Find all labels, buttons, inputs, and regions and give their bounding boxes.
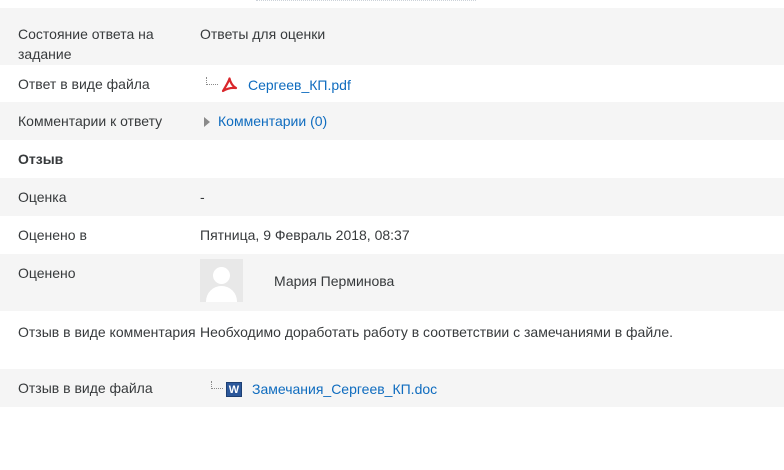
submitted-file-link[interactable]: Сергеев_КП.pdf: [248, 75, 351, 95]
row-label: Оценено в: [18, 227, 87, 243]
tree-connector-icon: [206, 77, 218, 85]
comments-link[interactable]: Комментарии (0): [218, 113, 327, 129]
row-label: Комментарии к ответу: [18, 113, 163, 129]
table-row-feedback-comment: Отзыв в виде комментария Необходимо дора…: [0, 311, 784, 369]
row-label: Ответ в виде файла: [18, 76, 150, 92]
table-row-feedback-heading: Отзыв: [0, 140, 784, 178]
feedback-file: W Замечания_Сергеев_КП.doc: [200, 379, 437, 399]
submitted-file: Сергеев_КП.pdf: [200, 75, 351, 95]
tree-connector-icon: [211, 381, 223, 389]
submission-status-value: Ответы для оценки: [200, 26, 326, 42]
feedback-file-link[interactable]: Замечания_Сергеев_КП.doc: [252, 379, 437, 399]
table-row-graded-on: Оценено в Пятница, 9 Февраль 2018, 08:37: [0, 216, 784, 254]
row-label: Отзыв в виде комментария: [18, 324, 196, 340]
table-row-feedback-file: Отзыв в виде файла W Замечания_Сергеев_К…: [0, 369, 784, 407]
expand-triangle-icon[interactable]: [204, 117, 210, 127]
pdf-icon: [221, 77, 238, 93]
row-label: Состояние ответа на задание: [18, 26, 154, 62]
graded-on-value: Пятница, 9 Февраль 2018, 08:37: [200, 227, 410, 243]
feedback-table: Состояние ответа на задание Ответы для о…: [0, 8, 784, 407]
grader-name[interactable]: Мария Перминова: [274, 273, 394, 289]
feedback-heading: Отзыв: [18, 151, 64, 167]
feedback-file-value: W Замечания_Сергеев_КП.doc: [200, 369, 784, 407]
row-label: Отзыв в виде файла: [18, 380, 153, 396]
graded-by-value: Мария Перминова: [200, 254, 784, 311]
feedback-comment-value: Необходимо доработать работу в соответст…: [200, 324, 674, 340]
row-label: Оценено: [18, 265, 76, 281]
table-row-grade: Оценка -: [0, 178, 784, 216]
table-row-submission-status: Состояние ответа на задание Ответы для о…: [0, 8, 784, 65]
file-submission-value: Сергеев_КП.pdf: [200, 65, 784, 102]
table-row-comments: Комментарии к ответу Комментарии (0): [0, 102, 784, 140]
comments-value: Комментарии (0): [200, 102, 784, 140]
table-row-graded-by: Оценено Мария Перминова: [0, 254, 784, 311]
row-label: Оценка: [18, 189, 67, 205]
user-avatar[interactable]: [200, 259, 243, 302]
word-doc-icon: W: [226, 381, 242, 397]
table-row-file-submission: Ответ в виде файла Сергеев_КП.pdf: [0, 65, 784, 102]
truncated-header-trail: [256, 0, 476, 3]
grade-value: -: [200, 189, 205, 205]
